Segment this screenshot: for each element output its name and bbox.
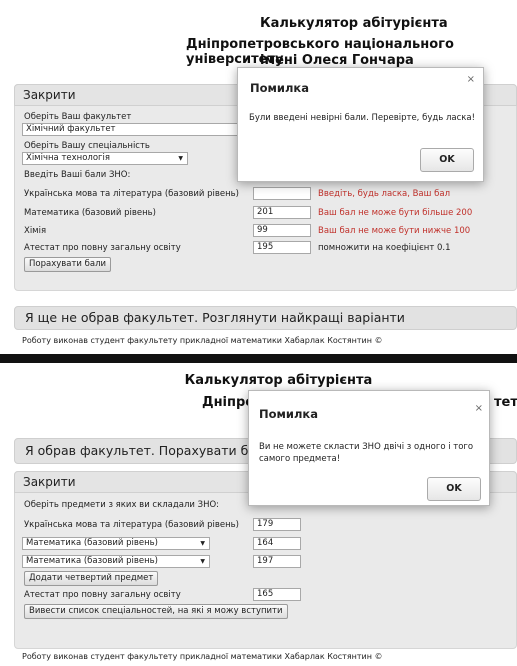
certificate-input[interactable]: 165 (253, 588, 301, 601)
certificate-label: Атестат про повну загальну освіту (24, 243, 181, 253)
dialog-title: Помилка (259, 407, 318, 421)
dialog-message: Були введені невірні бали. Перевірте, бу… (249, 113, 476, 123)
error-message: Ваш бал не може бути нижче 100 (318, 226, 471, 236)
dialog-title: Помилка (250, 81, 309, 95)
faculty-label: Оберіть Ваш факультет (24, 112, 132, 122)
subject-select-2[interactable]: Математика (базовий рівень) ▼ (22, 555, 210, 568)
score-row-label: Математика (базовий рівень) (24, 208, 156, 218)
chevron-down-icon: ▼ (200, 558, 205, 565)
close-icon[interactable]: × (467, 74, 475, 85)
subject-select-1[interactable]: Математика (базовий рівень) ▼ (22, 537, 210, 550)
faculty-select[interactable]: Хімічний факультет (22, 123, 254, 136)
chem-score-input[interactable]: 99 (253, 224, 311, 237)
dialog-message-line-2: самого предмета! (259, 454, 341, 464)
certificate-label: Атестат про повну загальну освіту (24, 590, 181, 600)
screenshot-1: Калькулятор абітурієнта Дніпропетровсько… (0, 0, 517, 354)
specialty-label: Оберіть Вашу спеціальність (24, 141, 150, 151)
specialty-select-value: Хімічна технологія (26, 153, 110, 163)
specialty-select[interactable]: Хімічна технологія ▼ (22, 152, 188, 165)
error-message: Введіть, будь ласка, Ваш бал (318, 189, 450, 199)
ukr-score-input[interactable]: 179 (253, 518, 301, 531)
page-subtitle-right: тету (494, 395, 517, 410)
screenshot-2: Калькулятор абітурієнта Дніпро тету Я об… (0, 363, 517, 666)
scores-label: Введіть Ваші бали ЗНО: (24, 170, 131, 180)
close-icon[interactable]: × (475, 403, 483, 414)
error-message: Ваш бал не може бути більше 200 (318, 208, 473, 218)
list-specialties-button[interactable]: Вивести список спеціальностей, на які я … (24, 604, 288, 619)
ukr-label: Українська мова та література (базовий р… (24, 520, 239, 530)
footer: Роботу виконав студент факультету прикла… (22, 336, 383, 345)
page-title: Калькулятор абітурієнта (260, 16, 448, 31)
ukr-score-input[interactable] (253, 187, 311, 200)
page-subtitle-2: імені Олеся Гончара (260, 53, 414, 68)
footer: Роботу виконав студент факультету прикла… (22, 652, 383, 661)
subject-score-input-1[interactable]: 164 (253, 537, 301, 550)
subject-score-input-2[interactable]: 197 (253, 555, 301, 568)
calculate-button[interactable]: Порахувати бали (24, 257, 112, 272)
certificate-input[interactable]: 195 (253, 241, 311, 254)
certificate-hint: помножити на коефіцієнт 0.1 (318, 243, 451, 253)
ok-button[interactable]: OK (420, 148, 474, 172)
subject-select-value: Математика (базовий рівень) (26, 538, 158, 548)
error-dialog: Помилка × Були введені невірні бали. Пер… (237, 67, 484, 182)
screenshot-separator (0, 354, 517, 363)
dialog-message-line-1: Ви не можете скласти ЗНО двічі з одного … (259, 442, 474, 452)
score-row-label: Українська мова та література (базовий р… (24, 189, 239, 199)
score-row-label: Хімія (24, 226, 47, 236)
not-chosen-faculty-bar[interactable]: Я ще не обрав факультет. Розглянути найк… (14, 306, 517, 330)
ok-button[interactable]: OK (427, 477, 481, 501)
page-title: Калькулятор абітурієнта (184, 373, 373, 388)
page-subtitle-left: Дніпро (202, 395, 255, 410)
chevron-down-icon: ▼ (178, 155, 183, 162)
math-score-input[interactable]: 201 (253, 206, 311, 219)
subjects-label: Оберіть предмети з яких ви складали ЗНО: (24, 500, 220, 510)
add-subject-button[interactable]: Додати четвертий предмет (24, 571, 159, 586)
error-dialog: Помилка × Ви не можете скласти ЗНО двічі… (248, 390, 490, 506)
chevron-down-icon: ▼ (200, 540, 205, 547)
subject-select-value: Математика (базовий рівень) (26, 556, 158, 566)
